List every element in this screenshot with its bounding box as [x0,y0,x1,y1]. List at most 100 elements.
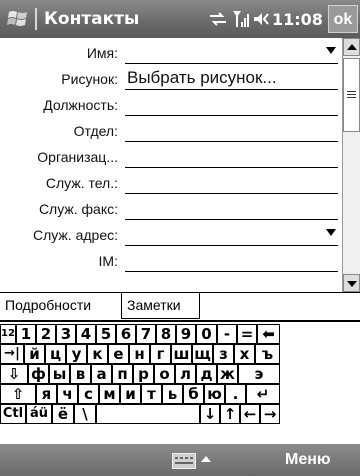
key[interactable]: 5 [96,324,116,344]
signal-icon[interactable] [232,8,250,30]
key[interactable]: я [36,384,57,404]
key[interactable]: ц [45,344,66,364]
key[interactable]: н [129,344,150,364]
volume-icon[interactable] [252,8,270,30]
key[interactable]: щ [192,344,213,364]
field-work-fax[interactable]: Служ. факс: [0,196,342,222]
key[interactable]: к [87,344,108,364]
key[interactable]: п [112,364,133,384]
windows-logo-icon[interactable] [6,7,32,31]
key[interactable]: ё [52,404,74,424]
dropdown-arrow-icon[interactable] [326,229,336,236]
caps-lock-key[interactable]: ⇩ [0,364,28,384]
key[interactable]: в [70,364,91,384]
key[interactable]: с [78,384,99,404]
tab-key[interactable]: →| [0,344,24,364]
dropdown-arrow-icon[interactable] [326,47,336,54]
keyboard-row: Ctl áü ё \ ↓ ↑ ← → [0,404,360,424]
keyboard-row: 123 1 2 3 4 5 6 7 8 9 0 - = ⬅ [0,324,360,344]
key[interactable]: г [150,344,171,364]
field-work-phone[interactable]: Служ. тел.: [0,170,342,196]
key[interactable]: ж [217,364,238,384]
key[interactable]: з [213,344,234,364]
key[interactable]: р [133,364,154,384]
tab-details[interactable]: Подробности [0,293,122,319]
field-value[interactable]: Выбрать рисунок... [127,68,277,88]
field-company[interactable]: Организац... [0,144,342,170]
arrow-down-icon [347,281,357,287]
key[interactable]: 3 [56,324,76,344]
key[interactable]: ю [204,384,225,404]
caret-up-icon[interactable] [201,456,211,462]
ok-button[interactable]: ok [328,5,358,33]
field-label: Служ. тел.: [45,175,118,191]
key[interactable]: 0 [196,324,217,344]
key[interactable]: ъ [255,344,280,364]
space-key[interactable] [96,404,200,424]
title-bar: Контакты 11:08 ok [0,0,360,38]
key[interactable]: . [225,384,246,404]
key[interactable]: 7 [136,324,156,344]
arrow-up-key[interactable]: ↑ [220,404,240,424]
key[interactable]: \ [74,404,96,424]
key[interactable]: 1 [16,324,36,344]
key[interactable]: 6 [116,324,136,344]
accent-key[interactable]: áü [26,404,52,424]
field-department[interactable]: Отдел: [0,118,342,144]
key[interactable]: а [91,364,112,384]
key[interactable]: м [99,384,120,404]
connectivity-icon[interactable] [208,8,228,30]
field-job-title[interactable]: Должность: [0,92,342,118]
backspace-key[interactable]: ⬅ [257,324,280,344]
key[interactable]: - [217,324,237,344]
key[interactable]: л [175,364,196,384]
key[interactable]: т [141,384,162,404]
scroll-up-button[interactable] [343,38,360,56]
key[interactable]: д [196,364,217,384]
key[interactable]: у [66,344,87,364]
keyboard-row: →| й ц у к е н г ш щ з х ъ [0,344,360,364]
vertical-scrollbar[interactable] [342,38,360,292]
arrow-right-key[interactable]: → [260,404,280,424]
key[interactable]: ы [49,364,70,384]
key[interactable]: и [120,384,141,404]
soft-keyboard: 123 1 2 3 4 5 6 7 8 9 0 - = ⬅ →| й ц у к… [0,320,360,444]
keyboard-icon[interactable] [172,453,196,469]
shift-key[interactable]: ⇧ [0,384,36,404]
key[interactable]: 9 [176,324,196,344]
key[interactable]: ш [171,344,192,364]
contact-form: Имя: Рисунок: Выбрать рисунок... Должнос… [0,38,342,292]
field-im[interactable]: IM: [0,248,342,274]
arrow-down-key[interactable]: ↓ [200,404,220,424]
key[interactable]: 8 [156,324,176,344]
key[interactable]: 123 [0,324,16,344]
key[interactable]: е [108,344,129,364]
field-label: IM: [98,253,118,269]
clock[interactable]: 11:08 [272,10,323,29]
key[interactable]: ч [57,384,78,404]
ctrl-key[interactable]: Ctl [0,404,26,424]
key[interactable]: б [183,384,204,404]
key[interactable]: ь [162,384,183,404]
enter-key[interactable]: ↵ [246,384,280,404]
tab-notes[interactable]: Заметки [122,293,200,319]
field-work-address[interactable]: Служ. адрес: [0,222,342,248]
key[interactable]: х [234,344,255,364]
key[interactable]: 4 [76,324,96,344]
scroll-down-button[interactable] [343,274,360,292]
arrow-up-icon [347,44,357,50]
key[interactable]: о [154,364,175,384]
key[interactable]: 2 [36,324,56,344]
menu-button[interactable]: Меню [285,451,331,469]
field-label: Рисунок: [61,71,118,87]
field-label: Служ. факс: [38,201,118,217]
key[interactable]: й [24,344,45,364]
menu-bar: Меню [0,444,360,476]
arrow-left-key[interactable]: ← [240,404,260,424]
key[interactable]: э [238,364,280,384]
key[interactable]: = [237,324,257,344]
field-picture[interactable]: Рисунок: Выбрать рисунок... [0,66,342,92]
field-name[interactable]: Имя: [0,40,342,66]
key[interactable]: ф [28,364,49,384]
scroll-thumb[interactable] [343,58,360,132]
